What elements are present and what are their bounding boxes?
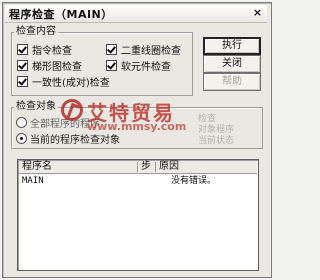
program-check-dialog: 程序检查（MAIN） × 检查内容 指令检查 二重线圈检查 梯形图检查 软元件检…	[2, 2, 272, 278]
checkbox-label: 指令检查	[32, 46, 72, 57]
checkbox-label: 软元件检查	[121, 62, 171, 73]
title-bar[interactable]: 程序检查（MAIN） ×	[5, 5, 267, 23]
column-separator[interactable]	[137, 162, 138, 172]
cell-reason: 没有错误。	[171, 176, 217, 186]
column-header-step[interactable]: 步	[141, 161, 151, 173]
dialog-title: 程序检查（MAIN）	[9, 7, 113, 21]
help-button[interactable]: 帮助	[203, 73, 261, 91]
radio-dot[interactable]	[16, 117, 27, 128]
instruction-check-checkbox[interactable]: 指令检查	[17, 42, 72, 57]
device-check-checkbox[interactable]: 软元件检查	[106, 58, 171, 73]
checkbox-box[interactable]	[106, 44, 117, 55]
consistency-check-checkbox[interactable]: 一致性(成对)检查	[17, 74, 110, 89]
check-content-label: 检查内容	[14, 26, 58, 37]
current-program-radio[interactable]: 当前的程序检查对象	[16, 131, 120, 146]
ladder-check-checkbox[interactable]: 梯形图检查	[17, 58, 82, 73]
radio-label: 当前的程序检查对象	[30, 135, 120, 146]
column-header-reason[interactable]: 原因	[159, 161, 179, 173]
checkbox-label: 二重线圈检查	[121, 46, 181, 57]
check-target-label: 检查对象	[14, 101, 58, 112]
close-button[interactable]: 关闭	[203, 55, 261, 73]
checkbox-box[interactable]	[17, 44, 28, 55]
watermark-url: www.mmsy.com	[87, 120, 187, 133]
results-list[interactable]: 程序名 步 原因 MAIN 没有错误。	[17, 159, 259, 271]
table-row[interactable]: MAIN 没有错误。	[19, 175, 257, 187]
radio-dot[interactable]	[16, 133, 27, 144]
double-coil-check-checkbox[interactable]: 二重线圈检查	[106, 42, 181, 57]
checkbox-box[interactable]	[17, 60, 28, 71]
execute-button[interactable]: 执行	[203, 37, 261, 55]
column-separator[interactable]	[155, 162, 156, 172]
results-list-header: 程序名 步 原因	[19, 161, 257, 174]
cell-program: MAIN	[22, 176, 44, 186]
watermark-logo	[61, 99, 83, 121]
checkbox-box[interactable]	[17, 76, 28, 87]
checkbox-label: 一致性(成对)检查	[32, 78, 110, 89]
column-header-program[interactable]: 程序名	[22, 161, 52, 173]
faded-target-text-3: 当前状态	[198, 136, 235, 146]
checkbox-box[interactable]	[106, 60, 117, 71]
checkbox-label: 梯形图检查	[32, 62, 82, 73]
close-icon[interactable]: ×	[251, 7, 264, 20]
